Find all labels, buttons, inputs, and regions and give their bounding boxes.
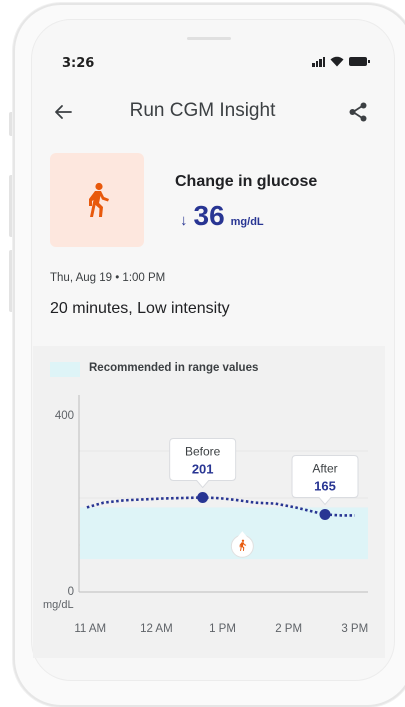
y-tick-label: 0: [68, 586, 74, 598]
x-tick-label: 3 PM: [341, 623, 368, 635]
y-unit-label: mg/dL: [43, 599, 74, 611]
glucose-chart: 400 0 mg/dL 11 AM 12 AM 1 PM 2 PM 3 PM Befor…: [43, 395, 368, 635]
x-tick-label: 1 PM: [209, 623, 236, 635]
y-tick-label: 400: [55, 410, 74, 422]
callout-label: Before: [185, 445, 221, 459]
data-point: [319, 508, 331, 520]
data-point: [197, 492, 209, 504]
callout-value: 165: [314, 478, 336, 493]
x-tick-label: 11 AM: [74, 623, 106, 635]
x-tick-label: 12 AM: [140, 623, 173, 635]
x-tick-label: 2 PM: [275, 623, 302, 635]
callout-value: 201: [192, 462, 214, 477]
callout-label: After: [312, 461, 337, 475]
